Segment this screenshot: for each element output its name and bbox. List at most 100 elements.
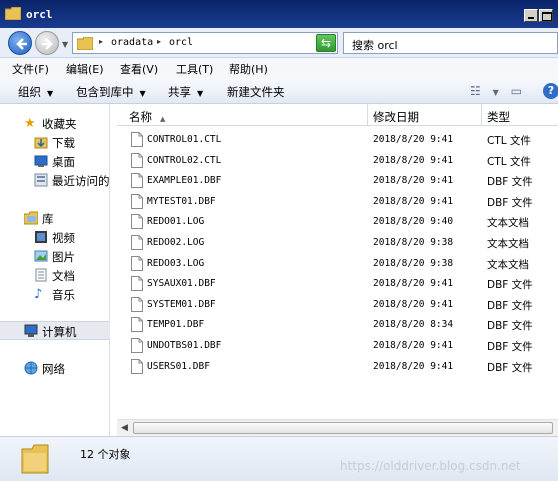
desktop-icon — [34, 155, 48, 167]
column-divider[interactable] — [367, 104, 368, 126]
refresh-button[interactable]: ⇆ — [316, 34, 336, 52]
minimize-button[interactable] — [524, 9, 538, 22]
preview-pane-icon[interactable]: ▭ — [511, 84, 522, 98]
chevron-down-icon: ▼ — [492, 88, 499, 97]
sidebar-item-pictures[interactable]: 图片 — [0, 247, 110, 265]
file-date: 2018/8/20 9:40 — [373, 216, 454, 228]
scrollbar-thumb[interactable] — [133, 422, 553, 434]
menu-tools[interactable]: 工具(T) — [176, 61, 213, 77]
menu-file[interactable]: 文件(F) — [12, 61, 49, 77]
organize-button[interactable]: 组织 ▼ — [18, 84, 53, 100]
table-row[interactable]: EXAMPLE01.DBF 2018/8/20 9:41 DBF 文件 — [117, 171, 558, 192]
sidebar-network[interactable]: 网络 — [0, 359, 110, 377]
address-bar[interactable]: ▸ oradata ▸ orcl ▼ — [72, 32, 338, 54]
music-library-icon: ♪ — [34, 287, 43, 302]
scroll-left-icon[interactable]: ◀ — [121, 423, 128, 433]
maximize-button[interactable] — [539, 9, 553, 22]
breadcrumb-orcl[interactable]: orcl — [169, 37, 193, 48]
table-row[interactable]: MYTEST01.DBF 2018/8/20 9:41 DBF 文件 — [117, 192, 558, 213]
back-arrow-icon — [16, 38, 27, 50]
table-row[interactable]: REDO02.LOG 2018/8/20 9:38 文本文档 — [117, 233, 558, 254]
sidebar-libraries[interactable]: 库 — [0, 209, 110, 227]
change-view-button[interactable]: ☷ ▼ ▭ — [470, 84, 522, 98]
search-input[interactable]: 搜索 orcl — [343, 32, 558, 54]
forward-button[interactable] — [35, 31, 59, 55]
file-icon — [131, 338, 143, 353]
file-date: 2018/8/20 9:41 — [373, 195, 454, 207]
sidebar-favorites[interactable]: ★ 收藏夹 — [0, 114, 110, 132]
sidebar-item-label: 最近访问的 — [52, 174, 110, 188]
column-header-name[interactable]: 名称 ▲ — [129, 109, 165, 125]
table-row[interactable]: REDO03.LOG 2018/8/20 9:38 文本文档 — [117, 254, 558, 275]
help-button[interactable]: ? — [543, 83, 558, 99]
new-folder-button[interactable]: 新建文件夹 — [227, 84, 285, 100]
download-folder-icon — [34, 137, 48, 149]
file-type: CTL 文件 — [487, 135, 531, 147]
computer-icon — [24, 324, 38, 337]
breadcrumb-separator-icon[interactable]: ▸ — [99, 37, 103, 46]
include-in-library-button[interactable]: 包含到库中 ▼ — [76, 84, 146, 100]
column-header-date[interactable]: 修改日期 — [373, 109, 419, 125]
sidebar-item-downloads[interactable]: 下载 — [0, 133, 110, 151]
file-name: REDO03.LOG — [147, 257, 205, 269]
table-row[interactable]: TEMP01.DBF 2018/8/20 8:34 DBF 文件 — [117, 315, 558, 336]
menu-edit[interactable]: 编辑(E) — [66, 61, 104, 77]
sidebar-item-music[interactable]: ♪ 音乐 — [0, 285, 110, 303]
table-row[interactable]: CONTROL01.CTL 2018/8/20 9:41 CTL 文件 — [117, 130, 558, 151]
title-bar: orcl — [0, 0, 558, 28]
sidebar-item-label: 音乐 — [52, 288, 75, 302]
breadcrumb-oradata[interactable]: oradata — [111, 37, 153, 48]
chevron-down-icon: ▼ — [47, 89, 54, 98]
chevron-down-icon: ▼ — [197, 89, 204, 98]
file-icon — [131, 235, 143, 250]
view-options-icon: ☷ — [470, 84, 481, 98]
file-type: 文本文档 — [487, 217, 529, 230]
column-name-label: 名称 — [129, 110, 152, 124]
table-row[interactable]: REDO01.LOG 2018/8/20 9:40 文本文档 — [117, 212, 558, 233]
file-list: 名称 ▲ 修改日期 类型 CONTROL01.CTL 2018/8/20 9:41 C… — [117, 104, 558, 436]
file-date: 2018/8/20 9:41 — [373, 340, 454, 351]
breadcrumb-separator-icon[interactable]: ▸ — [157, 37, 161, 46]
table-row[interactable]: CONTROL02.CTL 2018/8/20 9:41 CTL 文件 — [117, 151, 558, 172]
file-type: DBF 文件 — [487, 361, 533, 374]
sidebar-computer[interactable]: 计算机 — [0, 321, 110, 340]
table-row[interactable]: UNDOTBS01.DBF 2018/8/20 9:41 DBF 文件 — [117, 336, 558, 357]
sidebar-item-videos[interactable]: 视频 — [0, 228, 110, 246]
forward-arrow-icon — [42, 38, 53, 50]
folder-icon — [21, 444, 49, 474]
share-label: 共享 — [168, 85, 191, 99]
sidebar-item-desktop[interactable]: 桌面 — [0, 152, 110, 170]
file-name: MYTEST01.DBF — [147, 195, 216, 207]
recent-places-icon — [34, 173, 48, 187]
file-type: DBF 文件 — [487, 176, 533, 189]
window-title: orcl — [26, 8, 53, 21]
table-row[interactable]: SYSAUX01.DBF 2018/8/20 9:41 DBF 文件 — [117, 274, 558, 295]
sidebar-item-label: 图片 — [52, 250, 75, 264]
libraries-icon — [24, 211, 38, 225]
table-row[interactable]: SYSTEM01.DBF 2018/8/20 9:41 DBF 文件 — [117, 295, 558, 316]
table-row[interactable]: USERS01.DBF 2018/8/20 9:41 DBF 文件 — [117, 357, 558, 378]
file-type: 文本文档 — [487, 238, 529, 250]
video-library-icon — [35, 231, 47, 243]
file-date: 2018/8/20 9:41 — [373, 134, 454, 145]
column-header-type[interactable]: 类型 — [487, 109, 510, 125]
sidebar-item-documents[interactable]: 文档 — [0, 266, 110, 284]
share-button[interactable]: 共享 ▼ — [168, 84, 203, 100]
history-dropdown-icon[interactable]: ▼ — [62, 40, 68, 49]
file-icon — [131, 132, 143, 147]
menu-view[interactable]: 查看(V) — [120, 61, 158, 77]
file-icon — [131, 214, 143, 230]
sidebar-item-recent-places[interactable]: 最近访问的 — [0, 171, 110, 189]
file-name: CONTROL02.CTL — [147, 154, 222, 166]
documents-library-icon — [35, 268, 47, 282]
file-type: DBF 文件 — [487, 299, 533, 312]
watermark-text: https://olddriver.blog.csdn.net — [340, 459, 521, 473]
menu-help[interactable]: 帮助(H) — [229, 61, 268, 77]
file-icon — [131, 276, 143, 292]
back-button[interactable] — [8, 31, 32, 55]
navigation-bar: ▼ ▸ oradata ▸ orcl ▼ ⇆ 搜索 orcl — [0, 28, 558, 58]
item-count: 12 个对象 — [80, 448, 131, 461]
horizontal-scrollbar[interactable]: ◀ — [117, 419, 558, 436]
column-divider[interactable] — [481, 104, 482, 126]
sidebar-favorites-label: 收藏夹 — [42, 117, 77, 131]
